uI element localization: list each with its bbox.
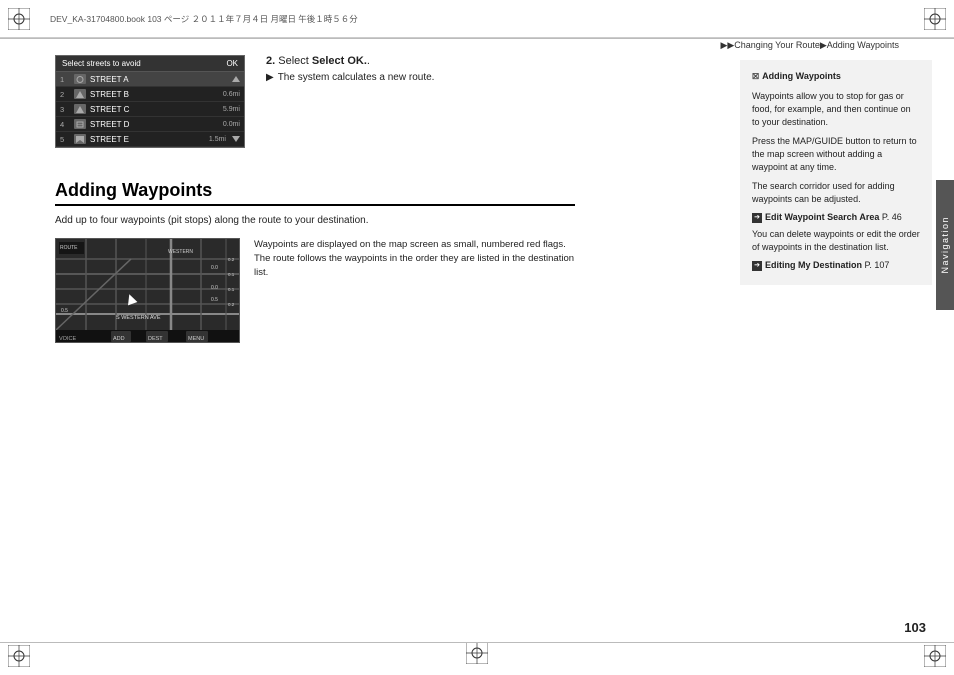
svg-text:0.2: 0.2 xyxy=(228,302,235,307)
link1-icon: ➔ xyxy=(752,213,762,223)
map-description: Waypoints are displayed on the map scree… xyxy=(254,238,575,279)
intro-text: Add up to four waypoints (pit stops) alo… xyxy=(55,214,575,228)
row1-icon xyxy=(74,74,86,84)
step-number: 2. Select Select OK.. xyxy=(266,55,575,67)
svg-text:ROUTE: ROUTE xyxy=(60,245,78,251)
bullet-text: The system calculates a new route. xyxy=(278,71,435,85)
breadcrumb-text: ▶▶Changing Your Route▶Adding Waypoints xyxy=(720,40,899,51)
link1-text: Edit Waypoint Search Area P. 46 xyxy=(765,212,902,224)
page-number: 103 xyxy=(904,620,926,635)
step-action: Select Select OK.. xyxy=(278,55,370,67)
svg-text:ADD: ADD xyxy=(113,336,125,342)
panel-link2: ➔ Editing My Destination P. 107 xyxy=(752,260,920,272)
svg-text:S WESTERN AVE: S WESTERN AVE xyxy=(116,315,161,321)
svg-text:0.5: 0.5 xyxy=(61,308,68,314)
section-title: Adding Waypoints xyxy=(55,180,575,206)
screen-row-1: 1 STREET A xyxy=(56,72,244,87)
panel-p2: Press the MAP/GUIDE button to return to … xyxy=(752,135,920,174)
svg-text:VOICE: VOICE xyxy=(59,336,76,342)
map-screenshot: WESTERN 0.5 0.0 0.0 0.5 0.2 0.1 0.1 0.2 … xyxy=(55,238,240,343)
svg-text:0.5: 0.5 xyxy=(211,297,218,303)
link2-icon: ➔ xyxy=(752,261,762,271)
screen-row-3: 3 STREET C 5.9mi xyxy=(56,102,244,117)
scroll-arrow-up xyxy=(232,74,240,84)
right-panel: ☒ Adding Waypoints Waypoints allow you t… xyxy=(740,60,932,285)
svg-text:0.2: 0.2 xyxy=(228,257,235,262)
screen-row-5: 5 STREET E 1.5mi xyxy=(56,132,244,147)
panel-p1: Waypoints allow you to stop for gas or f… xyxy=(752,90,920,129)
screen-rows: 1 STREET A 2 STREET B xyxy=(56,72,244,147)
svg-text:DEST: DEST xyxy=(148,336,163,342)
panel-title-text: Adding Waypoints xyxy=(762,70,841,84)
right-panel-title: ☒ Adding Waypoints xyxy=(752,70,920,84)
step2-text: 2. Select Select OK.. ▶ The system calcu… xyxy=(266,55,575,160)
step-bullet: ▶ The system calculates a new route. xyxy=(266,71,575,85)
screen-title: Select streets to avoid xyxy=(62,59,141,68)
sidebar-tab-label: Navigation xyxy=(940,216,950,274)
row3-icon xyxy=(74,104,86,114)
rule-bottom xyxy=(0,642,954,643)
main-content: Select streets to avoid OK 1 STREET A xyxy=(55,55,575,343)
corner-mark-bl xyxy=(8,645,30,667)
svg-text:0.0: 0.0 xyxy=(211,285,218,291)
svg-text:WESTERN: WESTERN xyxy=(168,249,193,255)
scroll-arrow-down xyxy=(232,134,240,144)
breadcrumb: ▶▶Changing Your Route▶Adding Waypoints xyxy=(720,40,899,51)
panel-link1: ➔ Edit Waypoint Search Area P. 46 xyxy=(752,212,920,224)
desc-para: Waypoints are displayed on the map scree… xyxy=(254,238,575,279)
row2-icon xyxy=(74,89,86,99)
map-desc-row: WESTERN 0.5 0.0 0.0 0.5 0.2 0.1 0.1 0.2 … xyxy=(55,238,575,343)
street-screenshot: Select streets to avoid OK 1 STREET A xyxy=(55,55,250,160)
navigation-tab: Navigation xyxy=(936,180,954,310)
map-svg: WESTERN 0.5 0.0 0.0 0.5 0.2 0.1 0.1 0.2 … xyxy=(56,239,240,343)
svg-text:0.1: 0.1 xyxy=(228,287,235,292)
panel-title-icon: ☒ xyxy=(752,71,759,83)
screen-row-4: 4 STREET D 0.0mi xyxy=(56,117,244,132)
panel-p4: You can delete waypoints or edit the ord… xyxy=(752,228,920,254)
screen-header: Select streets to avoid OK xyxy=(56,56,244,72)
svg-text:0.1: 0.1 xyxy=(228,272,235,277)
header-bar: DEV_KA-31704800.book 103 ページ ２０１１年７月４日 月… xyxy=(0,0,954,38)
svg-text:MENU: MENU xyxy=(188,336,204,342)
corner-mark-bc xyxy=(466,642,488,667)
row5-icon xyxy=(74,134,86,144)
svg-text:0.0: 0.0 xyxy=(211,265,218,271)
screen-ok: OK xyxy=(226,59,238,68)
corner-mark-br xyxy=(924,645,946,667)
row4-icon xyxy=(74,119,86,129)
screen-row-2: 2 STREET B 0.6mi xyxy=(56,87,244,102)
panel-p3: The search corridor used for adding wayp… xyxy=(752,180,920,206)
link2-text: Editing My Destination P. 107 xyxy=(765,260,889,272)
step2-area: Select streets to avoid OK 1 STREET A xyxy=(55,55,575,160)
bullet-arrow: ▶ xyxy=(266,71,274,85)
street-avoid-box: Select streets to avoid OK 1 STREET A xyxy=(55,55,245,148)
file-info: DEV_KA-31704800.book 103 ページ ２０１１年７月４日 月… xyxy=(50,13,904,25)
rule-top xyxy=(0,38,954,39)
